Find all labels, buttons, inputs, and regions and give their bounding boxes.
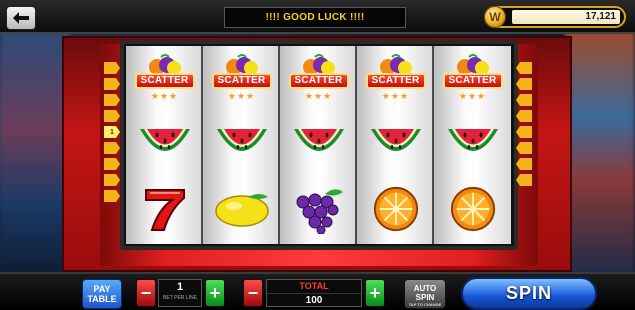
top-bar: !!!! GOOD LUCK !!!! W 17,121 bbox=[0, 0, 635, 34]
slot-cabinet: 1 SCATTER ★★★ SCATTER ★★★ SCATTER ★★★ SCATTER ★… bbox=[62, 36, 572, 272]
bet-per-line-value: 1 bbox=[176, 281, 184, 293]
scatter-symbol: SCATTER ★★★ bbox=[134, 53, 195, 105]
reel-cell bbox=[203, 178, 280, 244]
pay-table-label-2: TABLE bbox=[87, 294, 117, 304]
reel-cell: SCATTER ★★★ bbox=[280, 46, 357, 112]
back-button[interactable] bbox=[6, 6, 36, 30]
status-message: !!!! GOOD LUCK !!!! bbox=[224, 7, 406, 28]
reel-cell bbox=[280, 112, 357, 178]
scatter-label: SCATTER bbox=[365, 73, 426, 89]
auto-spin-hint: TAP TO CHANGE bbox=[408, 302, 442, 307]
casino-background-left bbox=[0, 30, 70, 280]
reel-5: SCATTER ★★★ bbox=[434, 46, 511, 244]
stars-icon: ★★★ bbox=[227, 91, 256, 101]
payline-marker[interactable] bbox=[104, 142, 120, 154]
scatter-label: SCATTER bbox=[288, 73, 349, 89]
bet-per-line-label: BET PER LINE bbox=[163, 295, 197, 301]
payline-marker[interactable] bbox=[104, 174, 120, 186]
seven-icon bbox=[140, 186, 190, 237]
payline-marker[interactable] bbox=[516, 142, 532, 154]
total-decrease-button[interactable]: − bbox=[243, 279, 263, 307]
payline-indicators-right bbox=[516, 62, 532, 190]
reel-window: SCATTER ★★★ SCATTER ★★★ SCATTER ★★★ SCATTER ★★★… bbox=[120, 40, 518, 250]
payline-marker[interactable] bbox=[516, 78, 532, 90]
scatter-symbol: SCATTER ★★★ bbox=[211, 53, 272, 105]
reel-cell bbox=[357, 112, 434, 178]
slot-game-screen: !!!! GOOD LUCK !!!! W 17,121 1 SCATTER ★★… bbox=[0, 0, 635, 310]
balance-value: 17,121 bbox=[512, 10, 620, 24]
reel-cell bbox=[203, 112, 280, 178]
coin-icon: W bbox=[484, 6, 506, 28]
total-label: TOTAL bbox=[267, 280, 361, 294]
watermelon-icon bbox=[368, 123, 424, 168]
pay-table-button[interactable]: PAY TABLE bbox=[82, 279, 122, 309]
pay-table-label-1: PAY bbox=[93, 284, 111, 294]
bet-per-line-display: 1 BET PER LINE bbox=[158, 279, 202, 307]
grapes-icon bbox=[291, 184, 347, 239]
payline-marker[interactable] bbox=[516, 158, 532, 170]
total-bet-display: TOTAL 100 bbox=[266, 279, 362, 307]
auto-spin-button[interactable]: AUTO SPIN TAP TO CHANGE bbox=[404, 279, 446, 309]
coin-balance[interactable]: W 17,121 bbox=[484, 6, 626, 28]
scatter-label: SCATTER bbox=[442, 73, 503, 89]
reel-3: SCATTER ★★★ bbox=[280, 46, 357, 244]
bet-increase-button[interactable]: + bbox=[205, 279, 225, 307]
orange-icon bbox=[449, 185, 497, 238]
scatter-symbol: SCATTER ★★★ bbox=[442, 53, 503, 105]
watermelon-icon bbox=[214, 123, 270, 168]
payline-marker[interactable] bbox=[104, 190, 120, 202]
scatter-symbol: SCATTER ★★★ bbox=[365, 53, 426, 105]
reel-cell bbox=[126, 178, 203, 244]
payline-indicators-left: 1 bbox=[104, 62, 120, 206]
payline-marker[interactable] bbox=[516, 110, 532, 122]
payline-marker[interactable] bbox=[516, 94, 532, 106]
payline-marker-active[interactable]: 1 bbox=[104, 126, 120, 138]
reel-2: SCATTER ★★★ bbox=[203, 46, 280, 244]
reel-cell bbox=[126, 112, 203, 178]
scatter-label: SCATTER bbox=[134, 73, 195, 89]
payline-marker[interactable] bbox=[104, 110, 120, 122]
payline-number: 1 bbox=[110, 128, 114, 136]
watermelon-icon bbox=[445, 123, 501, 168]
spin-button[interactable]: SPIN bbox=[461, 277, 597, 310]
auto-spin-label-2: SPIN bbox=[415, 293, 435, 302]
reel-4: SCATTER ★★★ bbox=[357, 46, 434, 244]
bet-decrease-button[interactable]: − bbox=[136, 279, 156, 307]
reel-cell: SCATTER ★★★ bbox=[434, 46, 511, 112]
watermelon-icon bbox=[291, 123, 347, 168]
payline-marker[interactable] bbox=[516, 62, 532, 74]
reel-cell: SCATTER ★★★ bbox=[357, 46, 434, 112]
stars-icon: ★★★ bbox=[381, 91, 410, 101]
payline-marker[interactable] bbox=[104, 158, 120, 170]
stars-icon: ★★★ bbox=[304, 91, 333, 101]
stars-icon: ★★★ bbox=[458, 91, 487, 101]
reel-cell bbox=[434, 178, 511, 244]
bottom-control-bar: PAY TABLE − 1 BET PER LINE + − TOTAL 100… bbox=[0, 272, 635, 310]
reel-cell: SCATTER ★★★ bbox=[126, 46, 203, 112]
auto-spin-label-1: AUTO bbox=[413, 284, 437, 293]
payline-marker[interactable] bbox=[104, 62, 120, 74]
stars-icon: ★★★ bbox=[150, 91, 179, 101]
reel-cell bbox=[357, 178, 434, 244]
payline-marker[interactable] bbox=[104, 78, 120, 90]
total-value: 100 bbox=[305, 295, 323, 306]
reels: SCATTER ★★★ SCATTER ★★★ SCATTER ★★★ SCATTER ★★★… bbox=[126, 46, 512, 244]
orange-icon bbox=[372, 185, 420, 238]
arrow-left-icon bbox=[13, 12, 29, 24]
reel-cell bbox=[434, 112, 511, 178]
payline-marker[interactable] bbox=[516, 126, 532, 138]
lemon-icon bbox=[212, 189, 272, 234]
reel-cell bbox=[280, 178, 357, 244]
reel-1: SCATTER ★★★ bbox=[126, 46, 203, 244]
scatter-label: SCATTER bbox=[211, 73, 272, 89]
watermelon-icon bbox=[137, 123, 193, 168]
payline-marker[interactable] bbox=[104, 94, 120, 106]
casino-background-right bbox=[565, 30, 635, 280]
reel-cell: SCATTER ★★★ bbox=[203, 46, 280, 112]
scatter-symbol: SCATTER ★★★ bbox=[288, 53, 349, 105]
total-increase-button[interactable]: + bbox=[365, 279, 385, 307]
payline-marker[interactable] bbox=[516, 174, 532, 186]
